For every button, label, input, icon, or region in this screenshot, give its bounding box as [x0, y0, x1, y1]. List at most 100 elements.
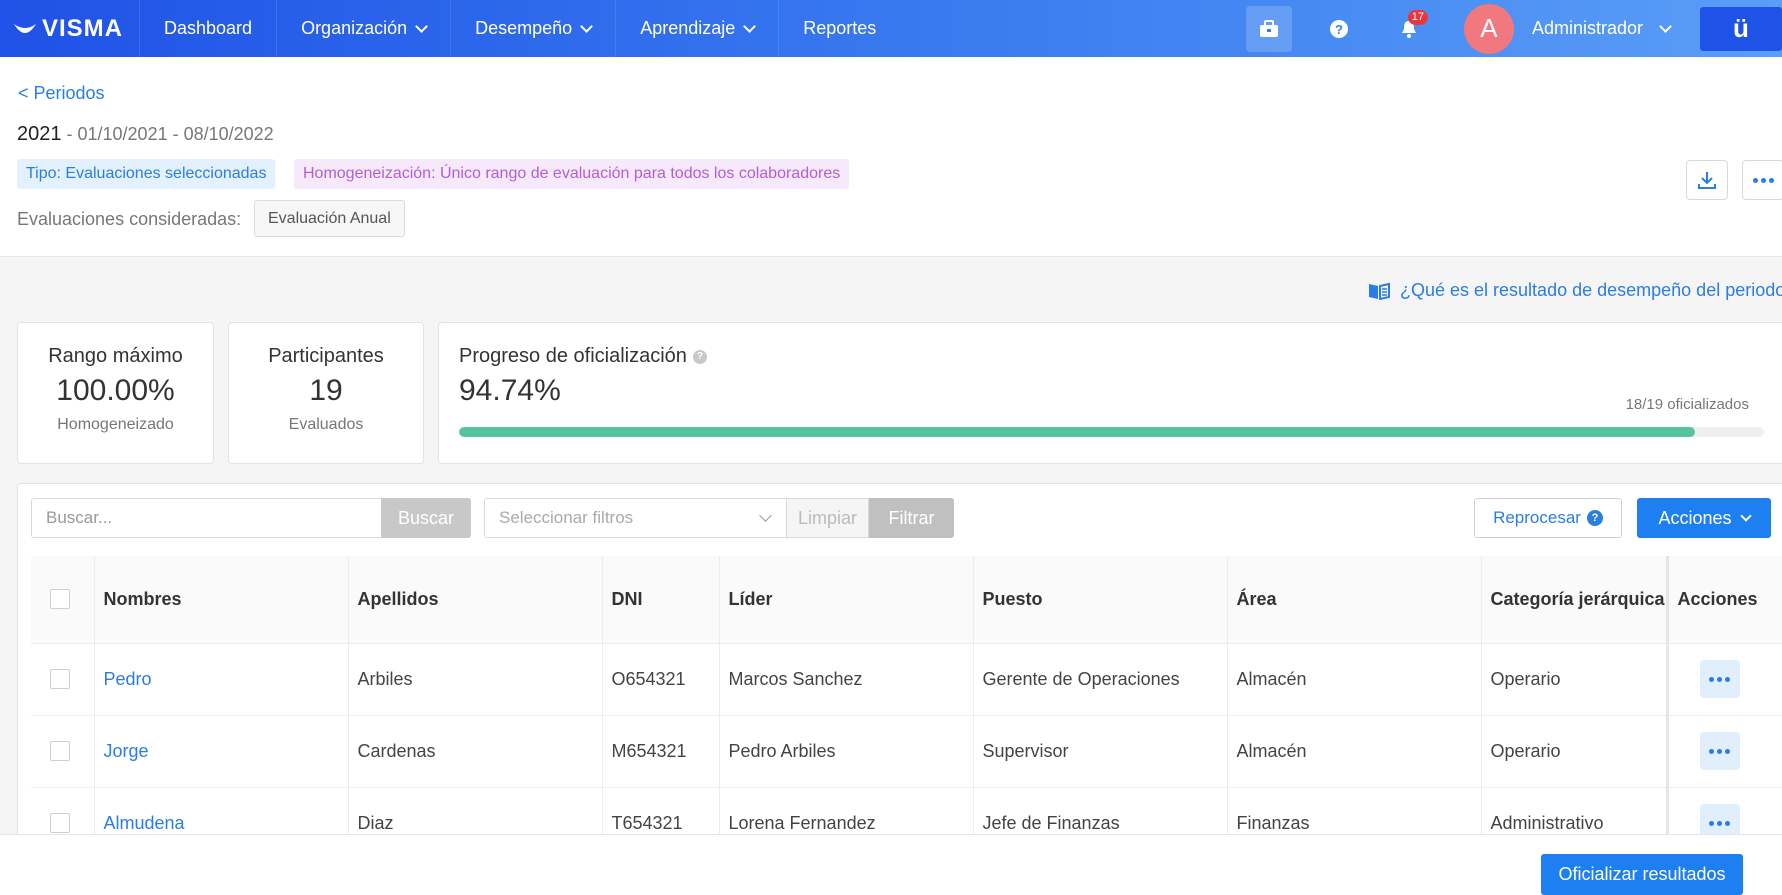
help-icon: ? — [1329, 19, 1348, 38]
row-actions-button[interactable] — [1699, 660, 1740, 698]
performance-help-link[interactable]: ¿Qué es el resultado de desempeño del pe… — [1368, 280, 1782, 301]
more-dots-icon — [1709, 676, 1730, 682]
top-navbar: VISMA Dashboard Organización Desempeño A… — [0, 0, 1782, 57]
col-area[interactable]: Área — [1227, 556, 1482, 644]
row-puesto: Gerente de Operaciones — [973, 643, 1228, 716]
row-dni: O654321 — [602, 643, 720, 716]
evaluations-label: Evaluaciones consideradas: — [17, 209, 242, 229]
clear-button[interactable]: Limpiar — [787, 498, 869, 538]
period-header: < Periodos 2021 - 01/10/2021 - 08/10/202… — [0, 57, 1782, 257]
nav-desempeno-label: Desempeño — [475, 18, 573, 38]
row-dni: M654321 — [602, 715, 720, 788]
row-apellido: Arbiles — [348, 643, 603, 716]
progress-title-row: Progreso de oficialización ? — [459, 345, 1782, 368]
max-range-card: Rango máximo 100.00% Homogeneizado — [17, 322, 214, 464]
help-button[interactable]: ? — [1316, 6, 1362, 52]
participants-title: Participantes — [268, 345, 384, 367]
notifications-button[interactable]: 17 — [1386, 6, 1432, 52]
question-icon[interactable]: ? — [692, 349, 707, 364]
visma-logo[interactable]: VISMA — [0, 0, 140, 57]
nav-dashboard-label: Dashboard — [164, 18, 253, 38]
progress-title: Progreso de oficialización — [459, 345, 687, 367]
svg-text:?: ? — [1335, 22, 1343, 37]
progress-bar — [459, 427, 1764, 437]
row-name-link[interactable]: Jorge — [94, 715, 349, 788]
select-all-cell — [31, 556, 95, 644]
row-categoria: Operario — [1481, 715, 1668, 788]
chevron-down-icon — [415, 19, 428, 33]
more-options-button[interactable] — [1742, 160, 1782, 200]
row-name-link[interactable]: Pedro — [94, 643, 349, 716]
table-row: Pedro Arbiles O654321 Marcos Sanchez Ger… — [31, 643, 1782, 716]
nav-aprendizaje-label: Aprendizaje — [640, 18, 736, 38]
chevron-down-icon — [743, 19, 757, 33]
filters-select-placeholder: Seleccionar filtros — [499, 508, 634, 527]
nav-organizacion-label: Organización — [301, 18, 408, 38]
chevron-down-icon — [580, 19, 594, 33]
row-categoria: Operario — [1481, 643, 1668, 716]
footer-bar: Oficializar resultados — [0, 834, 1782, 895]
participants-table: Nombres Apellidos DNI Líder Puesto Área … — [31, 556, 1782, 860]
participants-value: 19 — [309, 374, 343, 407]
chevron-down-icon — [1659, 20, 1672, 33]
back-to-periods-link[interactable]: < Periodos — [18, 83, 105, 104]
col-categoria[interactable]: Categoría jerárquica — [1481, 556, 1668, 644]
filter-button[interactable]: Filtrar — [869, 498, 954, 538]
max-range-title: Rango máximo — [48, 345, 183, 367]
row-select-cell — [31, 643, 95, 716]
row-actions-cell — [1665, 643, 1782, 716]
actions-label: Acciones — [1658, 507, 1732, 528]
nav-right-group: ? 17 A Administrador ü — [1234, 0, 1782, 57]
nav-aprendizaje[interactable]: Aprendizaje — [616, 0, 780, 57]
col-nombres[interactable]: Nombres — [94, 556, 349, 644]
search-input[interactable]: Buscar... — [31, 498, 381, 538]
nav-organizacion[interactable]: Organización — [277, 0, 452, 57]
col-acciones: Acciones — [1665, 556, 1782, 644]
app-switcher-icon: ü — [1733, 13, 1749, 43]
more-dots-icon — [1709, 820, 1730, 826]
reprocess-button[interactable]: Reprocesar ? — [1474, 498, 1622, 538]
chevron-down-icon — [1739, 510, 1752, 522]
app-switcher-button[interactable]: ü — [1700, 6, 1782, 51]
col-puesto[interactable]: Puesto — [973, 556, 1228, 644]
download-button[interactable] — [1686, 160, 1728, 200]
brand-name: VISMA — [42, 14, 124, 42]
row-apellido: Cardenas — [348, 715, 603, 788]
period-dates: - 01/10/2021 - 08/10/2022 — [61, 124, 274, 144]
progress-card: Progreso de oficialización ? 94.74% 18/1… — [438, 322, 1782, 464]
progress-value: 94.74% — [459, 374, 561, 407]
table-row: Jorge Cardenas M654321 Pedro Arbiles Sup… — [31, 715, 1782, 788]
participants-sub: Evaluados — [288, 416, 364, 433]
progress-count: 18/19 oficializados — [1625, 396, 1749, 413]
visma-logo-icon — [14, 23, 36, 33]
nav-desempeno[interactable]: Desempeño — [451, 0, 617, 57]
max-range-sub: Homogeneizado — [57, 416, 174, 433]
nav-reportes-label: Reportes — [803, 18, 877, 38]
progress-bar-fill — [459, 427, 1696, 437]
evaluation-chip: Evaluación Anual — [254, 200, 405, 237]
briefcase-button[interactable] — [1245, 5, 1292, 52]
officialize-results-button[interactable]: Oficializar resultados — [1541, 854, 1743, 895]
row-actions-button[interactable] — [1699, 732, 1740, 770]
filters-select[interactable]: Seleccionar filtros — [484, 498, 787, 538]
reprocess-label: Reprocesar — [1493, 508, 1581, 527]
nav-reportes[interactable]: Reportes — [779, 0, 900, 57]
type-tag: Tipo: Evaluaciones seleccionadas — [17, 159, 276, 189]
row-checkbox[interactable] — [50, 669, 70, 689]
question-icon: ? — [1586, 510, 1603, 526]
col-lider[interactable]: Líder — [719, 556, 974, 644]
row-area: Almacén — [1227, 643, 1482, 716]
participants-card: Participantes 19 Evaluados — [228, 322, 424, 464]
actions-dropdown-button[interactable]: Acciones — [1637, 498, 1771, 538]
select-all-checkbox[interactable] — [50, 589, 70, 610]
row-checkbox[interactable] — [50, 813, 70, 833]
chevron-down-icon — [759, 509, 772, 522]
max-range-value: 100.00% — [56, 374, 175, 407]
search-button[interactable]: Buscar — [381, 498, 471, 538]
nav-dashboard[interactable]: Dashboard — [140, 0, 278, 57]
notification-badge: 17 — [1407, 9, 1428, 25]
col-apellidos[interactable]: Apellidos — [348, 556, 603, 644]
user-menu[interactable]: A Administrador — [1463, 3, 1672, 54]
col-dni[interactable]: DNI — [602, 556, 720, 644]
row-checkbox[interactable] — [50, 741, 70, 761]
